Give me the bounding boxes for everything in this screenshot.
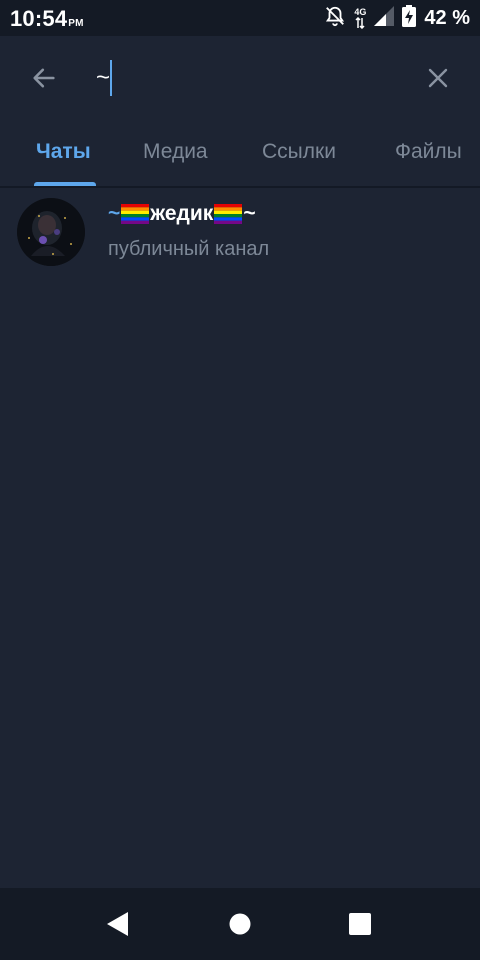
battery-charging-icon bbox=[402, 4, 417, 32]
chat-subtitle: публичный канал bbox=[108, 238, 270, 260]
active-tab-indicator bbox=[34, 182, 96, 186]
tab-links[interactable]: Ссылки bbox=[262, 140, 336, 164]
tab-media[interactable]: Медиа bbox=[143, 140, 208, 164]
avatar bbox=[17, 198, 85, 266]
nav-home-button[interactable] bbox=[220, 904, 260, 944]
chat-title: ~ жедик ~ bbox=[108, 202, 256, 226]
rainbow-flag-icon bbox=[121, 204, 150, 224]
close-icon bbox=[428, 68, 448, 88]
navigation-bar bbox=[0, 888, 480, 960]
title-suffix: ~ bbox=[243, 202, 256, 225]
network-type-label: 4G bbox=[354, 6, 367, 17]
nav-back-button[interactable] bbox=[98, 904, 138, 944]
search-input-value[interactable]: ~ bbox=[96, 60, 110, 96]
back-button[interactable] bbox=[22, 60, 66, 96]
status-time-ampm: PM bbox=[68, 18, 84, 29]
status-icons: 4G 42 % bbox=[324, 4, 470, 32]
title-main: жедик bbox=[150, 202, 214, 225]
signal-icon bbox=[374, 5, 395, 31]
search-tabs: Чаты Медиа Ссылки Файлы bbox=[0, 120, 480, 188]
rainbow-flag-icon bbox=[214, 204, 243, 224]
search-field[interactable]: ~ bbox=[96, 58, 396, 98]
title-prefix: ~ bbox=[108, 202, 121, 225]
back-triangle-icon bbox=[107, 912, 128, 936]
battery-percentage: 42 % bbox=[424, 6, 470, 29]
clear-search-button[interactable] bbox=[418, 60, 458, 96]
home-circle-icon bbox=[229, 913, 251, 935]
list-item[interactable]: ~ жедик ~ публичный канал bbox=[0, 188, 480, 276]
tab-files[interactable]: Файлы bbox=[395, 140, 462, 164]
tab-chats[interactable]: Чаты bbox=[36, 140, 91, 164]
recents-square-icon bbox=[349, 913, 371, 935]
search-header: ~ bbox=[0, 36, 480, 120]
status-bar: 10:54PM 4G 42 % bbox=[0, 0, 480, 36]
text-cursor bbox=[110, 60, 113, 96]
status-time-value: 10:54 bbox=[10, 6, 68, 31]
data-arrows-icon: 4G bbox=[354, 6, 367, 29]
notifications-off-icon bbox=[324, 5, 346, 32]
nav-recents-button[interactable] bbox=[340, 904, 380, 944]
status-time: 10:54PM bbox=[10, 6, 84, 32]
arrow-left-icon bbox=[33, 68, 55, 88]
screen: 10:54PM 4G 42 % ~ Чаты Медиа Ссылки Файл… bbox=[0, 0, 480, 960]
